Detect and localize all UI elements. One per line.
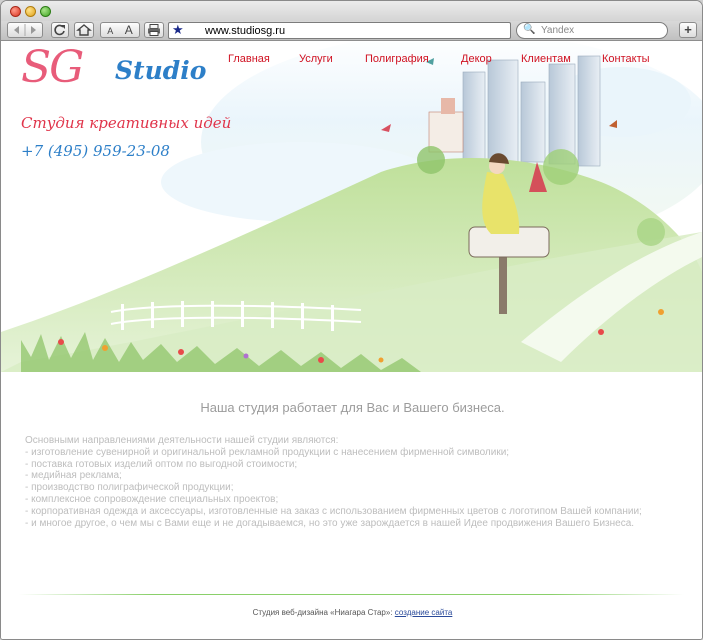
title-bar bbox=[1, 1, 702, 21]
nav-services[interactable]: Услуги bbox=[299, 53, 333, 65]
nav-decor[interactable]: Декор bbox=[461, 53, 492, 65]
service-item: - производство полиграфической продукции… bbox=[25, 482, 234, 494]
minimize-window-button[interactable] bbox=[25, 6, 36, 17]
back-arrow-icon bbox=[14, 24, 36, 36]
service-item: - изготовление сувенирной и оригинальной… bbox=[25, 446, 510, 458]
text-size-buttons[interactable]: A A bbox=[100, 22, 140, 38]
nav-contacts[interactable]: Контакты bbox=[602, 53, 650, 65]
home-button[interactable] bbox=[74, 22, 94, 38]
footer: Студия веб-дизайна «Ниагара Стар»: созда… bbox=[1, 608, 702, 617]
nav-home[interactable]: Главная bbox=[228, 53, 270, 65]
add-bookmark-button[interactable]: + bbox=[679, 22, 697, 38]
text-smaller-label: A bbox=[107, 26, 114, 36]
browser-window: A A ★ www.studiosg.ru 🔍 Yandex + SG Stud… bbox=[0, 0, 703, 640]
text-larger-label: A bbox=[124, 23, 133, 37]
footer-credit: Студия веб-дизайна «Ниагара Стар»: bbox=[252, 608, 395, 617]
service-item: - комплексное сопровождение специальных … bbox=[25, 493, 279, 505]
print-button[interactable] bbox=[144, 22, 164, 38]
service-item: - поставка готовых изделий оптом по выго… bbox=[25, 458, 298, 470]
web-page: SG Studio Студия креативных идей +7 (495… bbox=[1, 42, 702, 639]
hero-illustration: SG Studio Студия креативных идей +7 (495… bbox=[1, 42, 702, 372]
search-field[interactable]: 🔍 Yandex bbox=[516, 22, 668, 39]
service-item: - и многое другое, о чем мы с Вами еще и… bbox=[25, 517, 635, 529]
page-headline: Наша студия работает для Вас и Вашего би… bbox=[200, 400, 505, 415]
home-icon bbox=[76, 24, 92, 36]
reload-button[interactable] bbox=[51, 22, 69, 38]
footer-link[interactable]: создание сайта bbox=[395, 608, 453, 617]
logo-studio[interactable]: Studio bbox=[115, 56, 206, 85]
phone-number: +7 (495) 959-23-08 bbox=[21, 142, 170, 160]
nav-clients[interactable]: Клиентам bbox=[521, 53, 571, 65]
watercolor-landscape-image bbox=[1, 42, 702, 372]
reload-icon bbox=[54, 24, 65, 36]
nav-printing[interactable]: Полиграфия bbox=[365, 53, 429, 65]
service-item: - медийная реклама; bbox=[25, 470, 122, 482]
logo-sg[interactable]: SG bbox=[21, 42, 84, 93]
browser-toolbar: A A ★ www.studiosg.ru 🔍 Yandex + bbox=[1, 21, 702, 41]
close-window-button[interactable] bbox=[10, 6, 21, 17]
search-placeholder: Yandex bbox=[541, 25, 575, 36]
search-icon: 🔍 bbox=[523, 24, 536, 35]
tagline: Студия креативных идей bbox=[21, 114, 232, 132]
print-icon bbox=[148, 24, 160, 36]
services-text: Основными направлениями деятельности наш… bbox=[25, 435, 685, 529]
zoom-window-button[interactable] bbox=[40, 6, 51, 17]
bookmark-star-icon[interactable]: ★ bbox=[172, 22, 184, 38]
address-url: www.studiosg.ru bbox=[205, 25, 286, 37]
services-intro: Основными направлениями деятельности наш… bbox=[25, 435, 339, 446]
back-forward-buttons[interactable] bbox=[7, 22, 43, 38]
address-bar[interactable]: ★ www.studiosg.ru bbox=[168, 22, 511, 39]
service-item: - корпоративная одежда и аксессуары, изг… bbox=[25, 505, 642, 517]
footer-divider bbox=[19, 594, 684, 595]
